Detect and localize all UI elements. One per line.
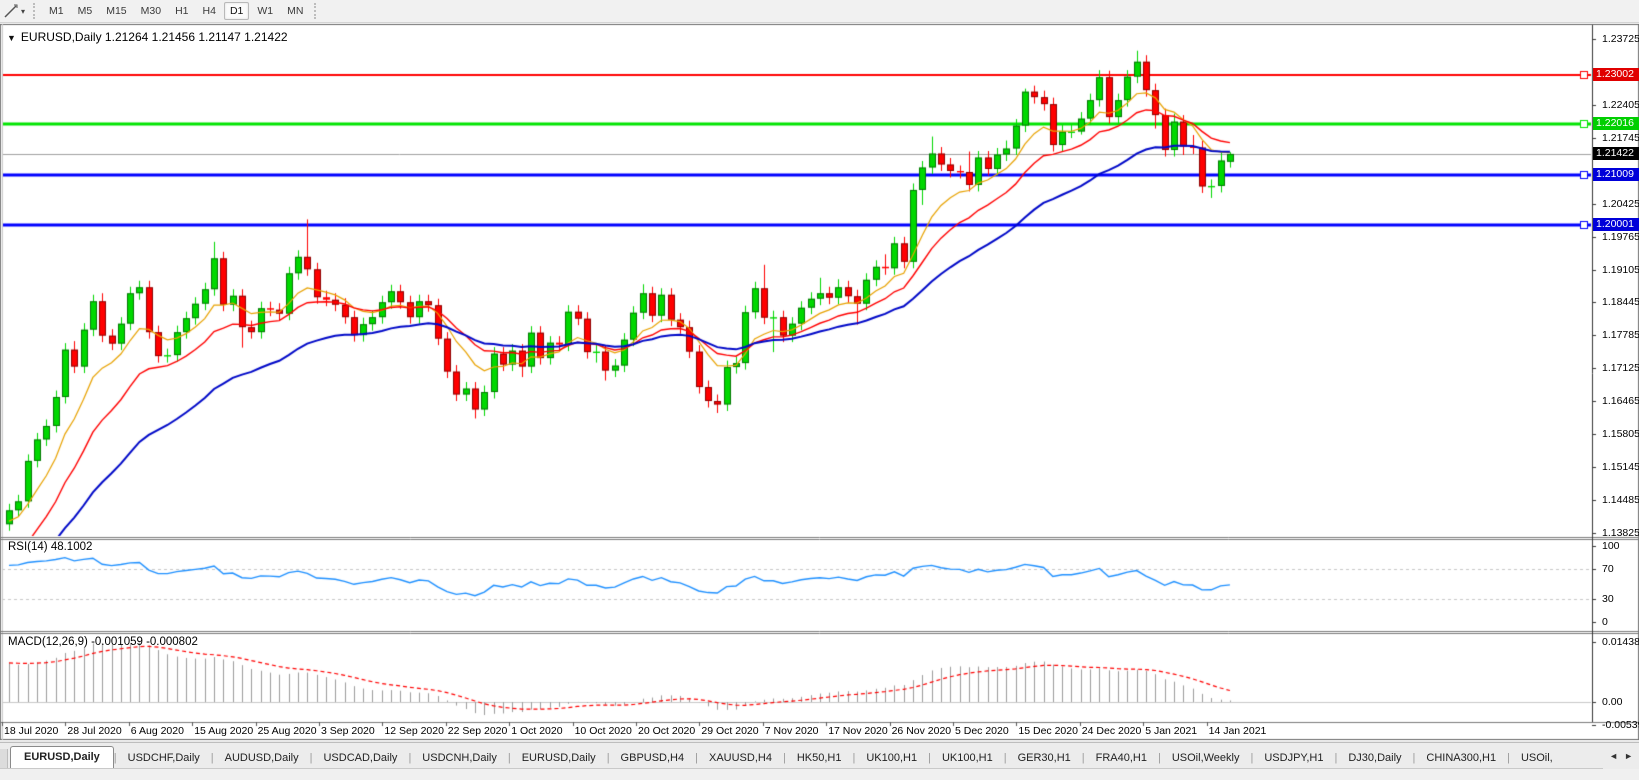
chart-window: ▼ EURUSD,Daily 1.21264 1.21456 1.21147 1.… [0,24,1639,740]
tabs-scroll-right-button[interactable]: ► [1621,749,1636,763]
price-tick-label: 1.19105 [1602,264,1639,276]
chart-tab-eurusddaily-0[interactable]: EURUSD,Daily [10,746,114,769]
hline-price-badge: 1.20001 [1593,218,1639,231]
date-tick-label: 26 Nov 2020 [892,725,952,737]
date-tick-label: 10 Oct 2020 [575,725,632,737]
price-tick-label: 1.15145 [1602,461,1639,473]
date-tick-label: 24 Dec 2020 [1082,725,1142,737]
price-tick-label: 1.13825 [1602,527,1639,539]
date-tick-label: 5 Dec 2020 [955,725,1009,737]
mt4-window: ▾ M1M5M15M30H1H4D1W1MN ▼ EURUSD,Daily 1.2… [0,0,1639,780]
chart-tab-hk50h1-8[interactable]: HK50,H1 [786,748,853,769]
bottom-strip [0,768,1639,780]
macd-tick-label: 0.00 [1602,696,1622,708]
chart-tab-eurusddaily-5[interactable]: EURUSD,Daily [511,748,607,769]
price-tick-label: 1.15805 [1602,428,1639,440]
chart-tab-dj30daily-15[interactable]: DJ30,Daily [1337,748,1412,769]
timeframe-button-mn[interactable]: MN [281,2,309,20]
chart-tab-usdchfdaily-1[interactable]: USDCHF,Daily [117,748,211,769]
date-tick-label: 18 Jul 2020 [4,725,58,737]
chart-tab-xauusdh4-7[interactable]: XAUUSD,H4 [698,748,783,769]
price-tick-label: 1.17125 [1602,362,1639,374]
timeframe-button-w1[interactable]: W1 [251,2,279,20]
hline-price-badge: 1.22016 [1593,117,1639,130]
timeframe-button-d1[interactable]: D1 [224,2,249,20]
current-price-badge: 1.21422 [1593,147,1639,160]
date-tick-label: 5 Jan 2021 [1145,725,1197,737]
rsi-tick-label: 70 [1602,563,1614,575]
price-tick-label: 1.14485 [1602,494,1639,506]
chart-tab-usdcnhdaily-4[interactable]: USDCNH,Daily [411,748,508,769]
chart-title: ▼ EURUSD,Daily 1.21264 1.21456 1.21147 1.… [7,30,288,44]
chart-tab-usoilweekly-13[interactable]: USOil,Weekly [1161,748,1251,769]
tabbar-corner [0,749,8,769]
chart-tab-fra40h1-12[interactable]: FRA40,H1 [1085,748,1158,769]
tab-scroll-arrows: ◄ ► [1603,743,1639,769]
price-tick-label: 1.17785 [1602,329,1639,341]
macd-tick-label: 0.014384 [1602,636,1639,648]
chart-tab-audusddaily-2[interactable]: AUDUSD,Daily [214,748,310,769]
date-tick-label: 14 Jan 2021 [1209,725,1267,737]
date-tick-label: 12 Sep 2020 [384,725,444,737]
price-tick-label: 1.16465 [1602,395,1639,407]
date-tick-label: 20 Oct 2020 [638,725,695,737]
chart-tab-bar: EURUSD,Daily|USDCHF,Daily|AUDUSD,Daily|U… [0,742,1639,769]
trendline-tool-icon[interactable] [3,3,19,19]
hline-price-badge: 1.23002 [1593,68,1639,81]
price-tick-label: 1.19765 [1602,231,1639,243]
date-tick-label: 15 Dec 2020 [1018,725,1078,737]
date-tick-label: 25 Aug 2020 [258,725,317,737]
chart-tab-ger30h1-11[interactable]: GER30,H1 [1007,748,1082,769]
rsi-tick-label: 0 [1602,616,1608,628]
date-tick-label: 1 Oct 2020 [511,725,562,737]
chart-tab-usdcaddaily-3[interactable]: USDCAD,Daily [312,748,408,769]
timeframe-button-h4[interactable]: H4 [197,2,222,20]
chart-tab-usoil-17[interactable]: USOil, [1510,748,1564,769]
chart-tab-uk100h1-10[interactable]: UK100,H1 [931,748,1004,769]
chart-tab-uk100h1-9[interactable]: UK100,H1 [855,748,928,769]
price-axis: 1.23725 1.22405 1.21745 1.20425 1.19765 1.191… [1596,24,1639,740]
date-tick-label: 17 Nov 2020 [828,725,888,737]
chart-tab-gbpusdh4-6[interactable]: GBPUSD,H4 [610,748,696,769]
chart-tabs: EURUSD,Daily|USDCHF,Daily|AUDUSD,Daily|U… [10,746,1564,769]
date-tick-label: 3 Sep 2020 [321,725,375,737]
date-tick-label: 22 Sep 2020 [448,725,508,737]
tabs-scroll-left-button[interactable]: ◄ [1606,749,1621,763]
collapse-triangle-icon[interactable]: ▼ [7,33,16,43]
date-tick-label: 28 Jul 2020 [67,725,121,737]
price-tick-label: 1.20425 [1602,198,1639,210]
date-axis: 18 Jul 2020 28 Jul 2020 6 Aug 2020 15 Aug 2… [0,725,1590,740]
toolbar-dropdown-caret[interactable]: ▾ [21,7,25,16]
price-tick-label: 1.22405 [1602,99,1639,111]
price-tick-label: 1.23725 [1602,33,1639,45]
toolbar-separator [33,3,38,19]
chart-canvas[interactable] [0,24,1639,740]
timeframe-button-m30[interactable]: M30 [135,2,167,20]
timeframe-button-m5[interactable]: M5 [72,2,99,20]
timeframe-button-h1[interactable]: H1 [169,2,194,20]
rsi-tick-label: 100 [1602,540,1620,552]
chart-tab-china300h1-16[interactable]: CHINA300,H1 [1415,748,1507,769]
chart-title-text: EURUSD,Daily 1.21264 1.21456 1.21147 1.2… [21,30,288,44]
macd-indicator-label: MACD(12,26,9) -0.001059 -0.000802 [8,636,198,648]
timeframe-button-m15[interactable]: M15 [100,2,132,20]
toolbar-separator-2 [314,3,319,19]
macd-tick-label: -0.005396 [1602,719,1639,731]
rsi-tick-label: 30 [1602,593,1614,605]
date-tick-label: 7 Nov 2020 [765,725,819,737]
date-tick-label: 29 Oct 2020 [701,725,758,737]
timeframe-button-group: M1M5M15M30H1H4D1W1MN [42,2,310,20]
chart-tab-usdjpyh1-14[interactable]: USDJPY,H1 [1253,748,1334,769]
timeframe-button-m1[interactable]: M1 [43,2,70,20]
date-tick-label: 6 Aug 2020 [131,725,184,737]
top-toolbar: ▾ M1M5M15M30H1H4D1W1MN [0,0,1639,23]
rsi-indicator-label: RSI(14) 48.1002 [8,541,92,553]
price-tick-label: 1.18445 [1602,296,1639,308]
hline-price-badge: 1.21009 [1593,168,1639,181]
price-tick-label: 1.21745 [1602,132,1639,144]
date-tick-label: 15 Aug 2020 [194,725,253,737]
